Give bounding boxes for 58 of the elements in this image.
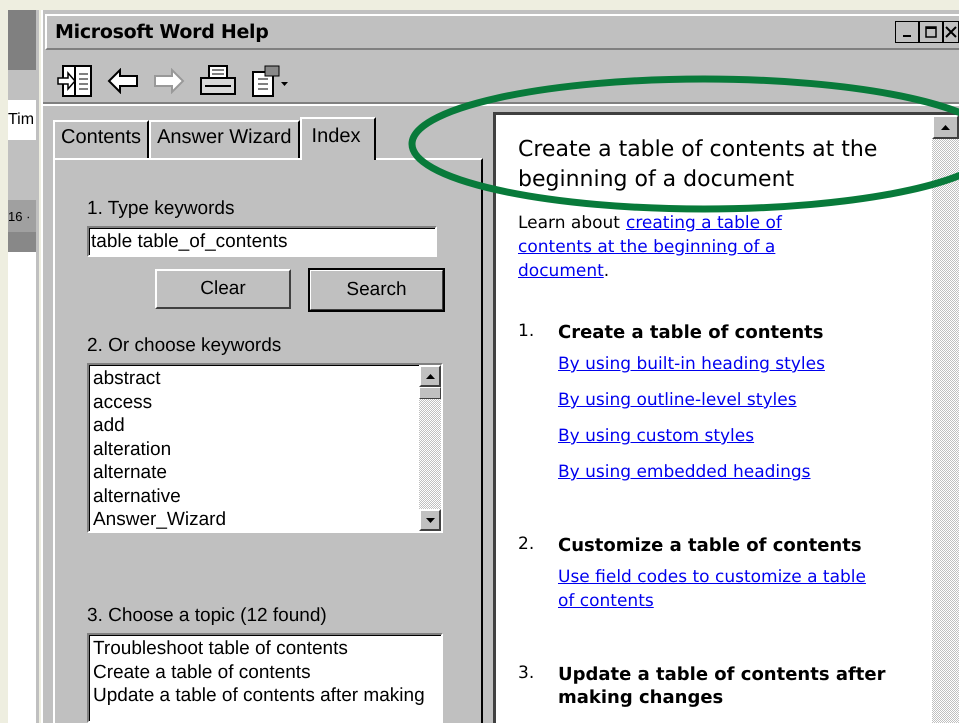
keyword-item[interactable]: Answer_Wizard	[93, 508, 419, 531]
minimize-icon[interactable]	[895, 20, 919, 43]
section-number: 2.	[518, 534, 536, 556]
section-heading: Customize a table of contents	[558, 534, 863, 557]
topic-item[interactable]: Update a table of contents after making	[93, 684, 441, 708]
section-heading: Create a table of contents	[558, 321, 824, 344]
topic-item[interactable]: Troubleshoot table of contents	[93, 637, 441, 660]
topic-link[interactable]: By using custom styles	[558, 424, 868, 448]
window-title: Microsoft Word Help	[55, 20, 269, 43]
clear-button[interactable]: Clear	[155, 269, 291, 309]
tab[interactable]: Index	[300, 117, 376, 160]
article-title: Create a table of contents at the beginning of a document	[518, 136, 878, 194]
scroll-up-arrow-icon[interactable]	[941, 124, 950, 130]
back-arrow-icon[interactable]	[107, 68, 139, 94]
topics-list[interactable]: Troubleshoot table of contents Create a table of contents Update a table of contents after making	[87, 633, 443, 723]
search-button[interactable]: Search	[309, 269, 444, 311]
keyword-item[interactable]: alternate	[93, 461, 419, 484]
document-title-bar	[8, 10, 36, 70]
step-label: 2. Or choose keywords	[87, 335, 282, 357]
scrollbar[interactable]	[932, 115, 959, 723]
scroll-up-arrow-icon[interactable]	[426, 374, 434, 378]
keyword-item[interactable]: alternative	[93, 484, 419, 508]
section-number: 1.	[518, 321, 536, 343]
intro-link[interactable]: document	[518, 261, 604, 281]
intro-text: Learn about	[518, 212, 620, 235]
tab[interactable]: Answer Wizard	[149, 120, 300, 158]
scroll-up-button[interactable]	[419, 365, 441, 387]
topic-item[interactable]: Create a table of contents	[93, 660, 441, 684]
ruler-text: 16 ·	[8, 200, 36, 232]
intro-link[interactable]: creating a table of	[626, 213, 782, 233]
printer-icon[interactable]	[199, 64, 237, 98]
section-number: 3.	[518, 663, 536, 685]
maximize-icon[interactable]	[919, 20, 943, 43]
intro-period: .	[604, 261, 610, 281]
topic-link[interactable]: By using embedded headings	[558, 460, 868, 484]
topic-link[interactable]: By using outline-level styles	[558, 388, 868, 412]
options-icon[interactable]	[251, 64, 289, 98]
document-ruler	[8, 232, 36, 252]
show-pane-icon[interactable]	[57, 64, 93, 98]
keywords-list[interactable]: abstract access add alteration alternate alternative Answer_Wizard	[87, 363, 443, 533]
keyword-item[interactable]: access	[93, 390, 419, 414]
intro-link[interactable]: contents at the beginning of a	[518, 237, 776, 257]
scroll-down-button[interactable]	[419, 509, 441, 531]
scrollbar[interactable]	[419, 365, 441, 531]
scroll-up-button[interactable]	[932, 115, 959, 139]
section-heading: Update a table of contents after making changes	[558, 663, 886, 709]
tab[interactable]: Contents	[53, 120, 150, 158]
topic-link[interactable]: Use field codes to customize a table of contents	[558, 565, 868, 613]
keyword-item[interactable]: alteration	[93, 438, 419, 461]
scroll-thumb[interactable]	[419, 387, 441, 399]
step-label: 3. Choose a topic (12 found)	[87, 605, 328, 627]
keyword-item[interactable]: add	[93, 414, 419, 438]
close-icon[interactable]	[943, 20, 959, 43]
step-label: 1. Type keywords	[87, 198, 236, 220]
keyword-item[interactable]: abstract	[93, 367, 419, 390]
scroll-down-arrow-icon[interactable]	[426, 518, 434, 522]
topic-link[interactable]: By using built-in heading styles	[558, 352, 868, 376]
keywords-field[interactable]: table table_of_contents	[87, 226, 437, 257]
